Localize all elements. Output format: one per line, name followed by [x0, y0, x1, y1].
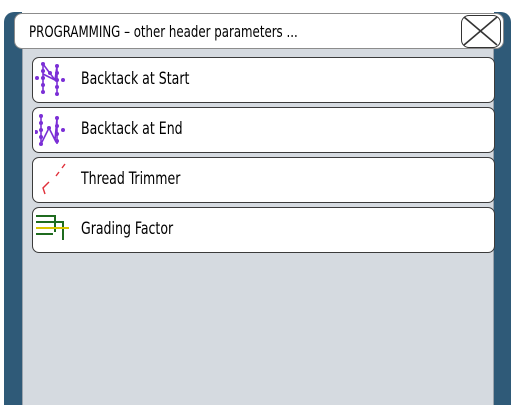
- menu-item-backtack-start[interactable]: Backtack at Start: [32, 57, 495, 103]
- menu-item-label: Backtack at Start: [81, 69, 190, 89]
- close-button[interactable]: [461, 15, 501, 48]
- close-x-icon: [463, 16, 498, 46]
- menu-item-thread-trimmer[interactable]: Thread Trimmer: [32, 157, 495, 203]
- menu-item-grading-factor[interactable]: Grading Factor: [32, 207, 495, 253]
- menu-item-label: Grading Factor: [81, 219, 174, 239]
- window-title: PROGRAMMING – other header parameters ..…: [29, 22, 298, 41]
- menu-item-label: Backtack at End: [81, 119, 183, 139]
- grading-factor-icon: [36, 215, 69, 240]
- menu-item-backtack-end[interactable]: Backtack at End: [32, 107, 495, 153]
- thread-trimmer-icon: [42, 163, 66, 195]
- window-frame-left: [4, 12, 22, 405]
- backtack-start-icon: [35, 62, 65, 96]
- backtack-end-icon: [35, 114, 65, 146]
- window-frame-right: [494, 12, 511, 405]
- menu-item-label: Thread Trimmer: [81, 169, 181, 189]
